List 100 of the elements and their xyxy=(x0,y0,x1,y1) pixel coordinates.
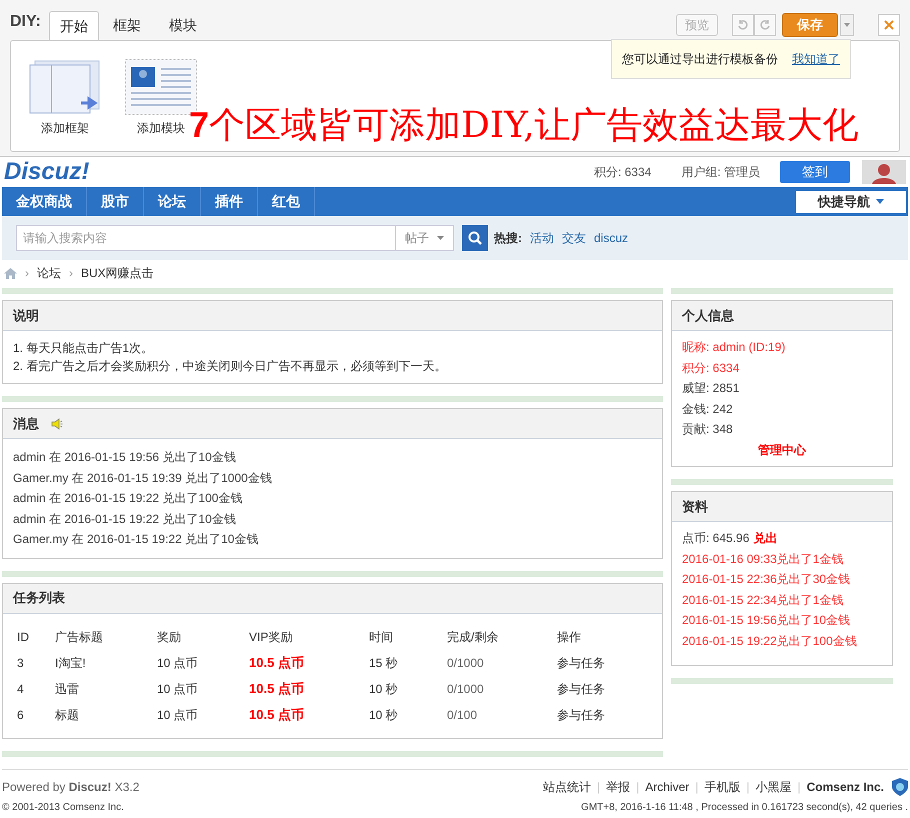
record-text: 2016-01-15 19:56兑出了10金钱 xyxy=(682,612,852,629)
diy-tab[interactable]: 框架 xyxy=(98,10,155,40)
tip-text: 您可以通过导出进行模板备份 xyxy=(622,51,778,68)
vip-reward-text: 10.5 点币 xyxy=(249,654,304,670)
message-text: Gamer.my 在 2016-01-15 19:39 兑出了1000金钱 xyxy=(13,470,273,486)
admin-center-link[interactable]: 管理中心 xyxy=(758,442,806,456)
table-cell: 0/1000 xyxy=(447,682,484,696)
profile-text: 金钱: 242 xyxy=(682,400,734,418)
search-field[interactable]: 请输入搜索内容 xyxy=(16,225,396,251)
undo-button[interactable] xyxy=(732,14,754,36)
link-separator: | xyxy=(597,778,600,796)
search-type-dropdown[interactable]: 帖子 xyxy=(396,225,454,251)
table-cell: 迅雷 xyxy=(55,682,79,696)
points-text: 积分: 6334 xyxy=(594,164,652,181)
footer-link[interactable]: 举报 xyxy=(606,778,630,796)
undo-icon xyxy=(737,19,749,31)
message-text: Gamer.my 在 2016-01-15 19:22 兑出了10金钱 xyxy=(13,531,260,548)
profile-text: 威望: 2851 xyxy=(682,380,740,397)
caret-icon xyxy=(844,23,850,27)
redo-button[interactable] xyxy=(754,14,776,36)
breadcrumb-link[interactable]: 论坛 xyxy=(37,264,61,282)
table-cell: 10 点币 xyxy=(157,708,198,722)
speaker-icon xyxy=(51,418,63,430)
user-group-text: 用户组: 管理员 xyxy=(681,164,760,181)
hot-label: 热搜: xyxy=(494,230,522,247)
withdraw-link[interactable]: 兑出 xyxy=(753,528,778,548)
message-text: admin 在 2016-01-15 19:22 兑出了100金钱 xyxy=(13,490,244,507)
record-text: 2016-01-15 22:36兑出了30金钱 xyxy=(682,571,852,588)
breadcrumb-separator: › xyxy=(69,265,73,282)
hot-search-link[interactable]: 交友 xyxy=(562,229,586,247)
column-header: 完成/剩余 xyxy=(447,624,557,650)
join-task-link[interactable]: 参与任务 xyxy=(557,682,605,696)
table-cell: 3 xyxy=(17,656,24,670)
caret-icon xyxy=(437,236,444,240)
stats-text: GMT+8, 2016-1-16 11:48 , Processed in 0.161723 second(s), 42 queries . xyxy=(581,800,908,814)
panel-title: 个人信息 xyxy=(682,306,734,325)
dismiss-link[interactable]: 我知道了 xyxy=(792,50,840,68)
table-cell: 15 秒 xyxy=(369,656,398,670)
hot-search-link[interactable]: discuz xyxy=(594,229,628,247)
caret-icon xyxy=(876,199,884,204)
diy-label: DIY: xyxy=(10,12,41,32)
profile-text: 积分: 6334 xyxy=(682,360,740,376)
table-cell: 0/1000 xyxy=(447,656,484,670)
join-task-link[interactable]: 参与任务 xyxy=(557,656,605,670)
join-task-link[interactable]: 参与任务 xyxy=(557,708,605,722)
record-text: 2016-01-15 19:22兑出了100金钱 xyxy=(682,632,858,650)
annotation-text: 7个区域皆可添加DIY,让广告效益达最大化 xyxy=(189,105,859,146)
table-cell: 0/100 xyxy=(447,708,478,722)
breadcrumb-link[interactable]: BUX网赚点击 xyxy=(81,264,154,282)
table-cell: 10 秒 xyxy=(369,682,398,696)
company-link[interactable]: Comsenz Inc. xyxy=(806,778,884,796)
shield-icon xyxy=(892,778,908,796)
message-text: admin 在 2016-01-15 19:22 兑出了10金钱 xyxy=(13,510,237,528)
home-icon[interactable] xyxy=(4,268,17,278)
link-separator: | xyxy=(636,778,640,796)
panel-title: 资料 xyxy=(682,498,708,516)
hot-search-link[interactable]: 活动 xyxy=(530,229,554,247)
column-header: VIP奖励 xyxy=(249,628,294,646)
close-icon xyxy=(884,20,894,30)
message-text: admin 在 2016-01-15 19:56 兑出了10金钱 xyxy=(13,449,237,466)
table-cell: 标题 xyxy=(55,708,79,722)
profile-text: 昵称: admin (ID:19) xyxy=(682,339,786,356)
table-cell: 10 点币 xyxy=(157,682,198,696)
breadcrumb-separator: › xyxy=(25,265,29,282)
vip-reward-text: 10.5 点币 xyxy=(249,680,304,696)
quick-nav-button[interactable]: 快捷导航 xyxy=(796,190,906,212)
close-button[interactable] xyxy=(878,14,900,36)
diy-tab[interactable]: 开始 xyxy=(48,11,99,41)
tool-label[interactable]: 添加模块 xyxy=(137,119,185,137)
table-cell: 4 xyxy=(17,682,24,696)
column-header: ID xyxy=(17,624,55,650)
copyright-text: © 2001-2013 Comsenz Inc. xyxy=(2,800,125,814)
footer-link[interactable]: 站点统计 xyxy=(543,778,591,796)
link-separator: | xyxy=(746,778,750,796)
footer-link[interactable]: 小黑屋 xyxy=(756,778,792,796)
balance-text: 点币: 645.96 xyxy=(682,530,750,547)
table-cell: 6 xyxy=(17,708,24,722)
tool-label[interactable]: 添加框架 xyxy=(41,119,89,137)
column-header: 时间 xyxy=(369,628,394,646)
panel-title: 消息 xyxy=(13,414,39,433)
redo-icon xyxy=(759,19,771,31)
table-cell: I淘宝! xyxy=(55,656,86,670)
link-separator: | xyxy=(798,778,801,796)
table-cell: 10 点币 xyxy=(157,656,198,670)
panel-title: 说明 xyxy=(13,306,39,325)
avatar-silhouette-icon xyxy=(872,162,896,184)
panel-title: 任务列表 xyxy=(13,589,65,608)
checkin-button[interactable]: 签到 xyxy=(780,161,850,183)
diy-tab[interactable]: 模块 xyxy=(154,10,211,40)
footer-link[interactable]: Archiver xyxy=(645,778,690,796)
dropdown-button[interactable] xyxy=(840,14,854,36)
footer-link[interactable]: 手机版 xyxy=(704,778,740,796)
powered-by-text: Powered by Discuz! X3.2 xyxy=(2,778,140,796)
site-logo[interactable]: Discuz! xyxy=(4,159,90,185)
search-button[interactable] xyxy=(462,225,488,251)
record-text: 2016-01-15 22:34兑出了1金钱 xyxy=(682,592,844,608)
note-text: 2. 看完广告之后才会奖励积分，中途关闭则今日广告不再显示，必须等到下一天。 xyxy=(13,358,448,375)
frame-icon[interactable] xyxy=(29,59,101,115)
link-separator: | xyxy=(695,778,698,796)
column-header: 奖励 xyxy=(157,624,249,650)
